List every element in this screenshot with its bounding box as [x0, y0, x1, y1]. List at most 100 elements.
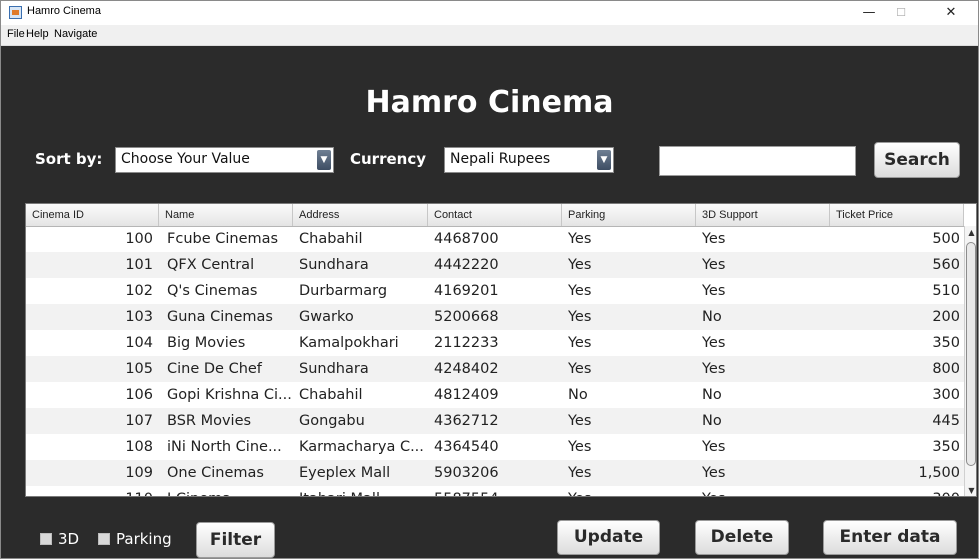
sort-label: Sort by:: [35, 150, 103, 168]
cell-name: Gopi Krishna Ci...: [167, 387, 292, 403]
currency-label: Currency: [350, 150, 427, 168]
page-title: Hamro Cinema: [365, 85, 614, 120]
table-row[interactable]: 104 Big Movies Kamalpokhari 2112233 Yes Yes 35…: [26, 330, 964, 356]
column-header-name[interactable]: Name: [159, 204, 293, 226]
menu-help[interactable]: Help: [26, 28, 49, 40]
cell-address: Sundhara: [299, 361, 369, 377]
table-scrollbar[interactable]: ▲ ▼: [964, 226, 976, 496]
table-row[interactable]: 100 Fcube Cinemas Chabahil 4468700 Yes Yes 500: [26, 226, 964, 252]
cell-contact: 2112233: [434, 335, 499, 351]
cell-parking: Yes: [568, 309, 592, 325]
cell-cinema-id: 109: [125, 465, 153, 481]
table-row[interactable]: 106 Gopi Krishna Ci... Chabahil 4812409 No No…: [26, 382, 964, 408]
table-row[interactable]: 109 One Cinemas Eyeplex Mall 5903206 Yes Yes 1…: [26, 460, 964, 486]
column-header-3d-support[interactable]: 3D Support: [696, 204, 830, 226]
cell-ticket-price: 800: [932, 361, 960, 377]
cell-contact: 5587554: [434, 486, 560, 496]
cell-address: Durbarmarg: [299, 283, 388, 299]
search-input[interactable]: [659, 146, 856, 176]
cell-parking: Yes: [568, 335, 592, 351]
cell-contact: 4364540: [434, 439, 499, 455]
scrollbar-thumb[interactable]: [966, 242, 976, 466]
maximize-button[interactable]: ☐: [885, 3, 917, 23]
cell-3d-support: Yes: [702, 257, 726, 273]
scroll-up-arrow-icon[interactable]: ▲: [965, 226, 976, 240]
cell-3d-support: No: [702, 413, 722, 429]
cell-contact: 5903206: [434, 465, 499, 481]
cell-contact: 4362712: [434, 413, 499, 429]
chevron-down-icon[interactable]: ▼: [317, 150, 331, 170]
table-header: Cinema ID Name Address Contact Parking 3…: [26, 204, 964, 227]
cell-ticket-price: 200: [932, 309, 960, 325]
cell-contact: 4812409: [434, 387, 499, 403]
menu-navigate[interactable]: Navigate: [54, 28, 97, 40]
cell-parking: Yes: [568, 413, 592, 429]
cell-parking: Yes: [568, 439, 592, 455]
cell-name: I Cinema: [167, 486, 293, 496]
cell-name: Fcube Cinemas: [167, 231, 279, 247]
cell-cinema-id: 110: [26, 486, 153, 496]
cell-parking: Yes: [568, 465, 592, 481]
table-row[interactable]: 102 Q's Cinemas Durbarmarg 4169201 Yes Yes 510: [26, 278, 964, 304]
cell-ticket-price: 445: [932, 413, 960, 429]
cell-contact: 4468700: [434, 231, 499, 247]
cell-address: Karmacharya C...: [299, 439, 424, 455]
menu-file[interactable]: File: [7, 28, 25, 40]
search-button[interactable]: Search: [874, 142, 960, 178]
table-row[interactable]: 110I CinemaItahari Mall5587554YesYes300: [26, 486, 964, 496]
cell-3d-support: Yes: [702, 486, 828, 496]
filter-button[interactable]: Filter: [196, 522, 275, 558]
cell-contact: 5200668: [434, 309, 499, 325]
cell-cinema-id: 100: [125, 231, 153, 247]
cell-parking: Yes: [568, 486, 694, 496]
cell-cinema-id: 107: [125, 413, 153, 429]
checkbox-3d[interactable]: [40, 533, 52, 545]
table-row[interactable]: 103 Guna Cinemas Gwarko 5200668 Yes No 200: [26, 304, 964, 330]
cell-parking: Yes: [568, 257, 592, 273]
column-header-ticket-price[interactable]: Ticket Price: [830, 204, 964, 226]
table-row[interactable]: 107 BSR Movies Gongabu 4362712 Yes No 445: [26, 408, 964, 434]
enter-data-button[interactable]: Enter data: [823, 520, 957, 555]
scroll-down-arrow-icon[interactable]: ▼: [965, 484, 976, 496]
title-bar: Hamro Cinema — ☐ ✕: [1, 1, 978, 25]
cell-address: Sundhara: [299, 257, 369, 273]
column-header-contact[interactable]: Contact: [428, 204, 562, 226]
column-header-cinema-id[interactable]: Cinema ID: [26, 204, 159, 226]
checkbox-parking[interactable]: [98, 533, 110, 545]
table-row[interactable]: 101 QFX Central Sundhara 4442220 Yes Yes 560: [26, 252, 964, 278]
cell-3d-support: No: [702, 309, 722, 325]
cell-contact: 4169201: [434, 283, 499, 299]
minimize-button[interactable]: —: [853, 3, 885, 23]
cell-name: iNi North Cine...: [167, 439, 282, 455]
column-header-parking[interactable]: Parking: [562, 204, 696, 226]
cell-name: One Cinemas: [167, 465, 264, 481]
table-row[interactable]: 105 Cine De Chef Sundhara 4248402 Yes Yes 800: [26, 356, 964, 382]
chevron-down-icon[interactable]: ▼: [597, 150, 611, 170]
cell-address: Kamalpokhari: [299, 335, 399, 351]
checkbox-parking-label: Parking: [116, 530, 172, 548]
sort-dropdown-value: Choose Your Value: [121, 151, 250, 167]
currency-dropdown[interactable]: Nepali Rupees ▼: [444, 147, 614, 173]
sort-dropdown[interactable]: Choose Your Value ▼: [115, 147, 334, 173]
close-button[interactable]: ✕: [935, 3, 967, 23]
cell-3d-support: No: [702, 387, 722, 403]
cell-name: Big Movies: [167, 335, 246, 351]
cell-name: BSR Movies: [167, 413, 252, 429]
cell-name: Cine De Chef: [167, 361, 262, 377]
cell-ticket-price: 300: [932, 387, 960, 403]
cell-parking: Yes: [568, 283, 592, 299]
delete-button[interactable]: Delete: [695, 520, 789, 555]
cell-address: Chabahil: [299, 387, 363, 403]
cell-parking: Yes: [568, 231, 592, 247]
cell-contact: 4248402: [434, 361, 499, 377]
cell-address: Gwarko: [299, 309, 354, 325]
update-button[interactable]: Update: [557, 520, 660, 555]
cell-3d-support: Yes: [702, 465, 726, 481]
checkbox-3d-label: 3D: [58, 530, 80, 548]
table-row[interactable]: 108 iNi North Cine... Karmacharya C... 4364…: [26, 434, 964, 460]
column-header-address[interactable]: Address: [293, 204, 428, 226]
cell-parking: Yes: [568, 361, 592, 377]
cell-address: Itahari Mall: [299, 486, 427, 496]
cell-3d-support: Yes: [702, 231, 726, 247]
cell-address: Gongabu: [299, 413, 365, 429]
